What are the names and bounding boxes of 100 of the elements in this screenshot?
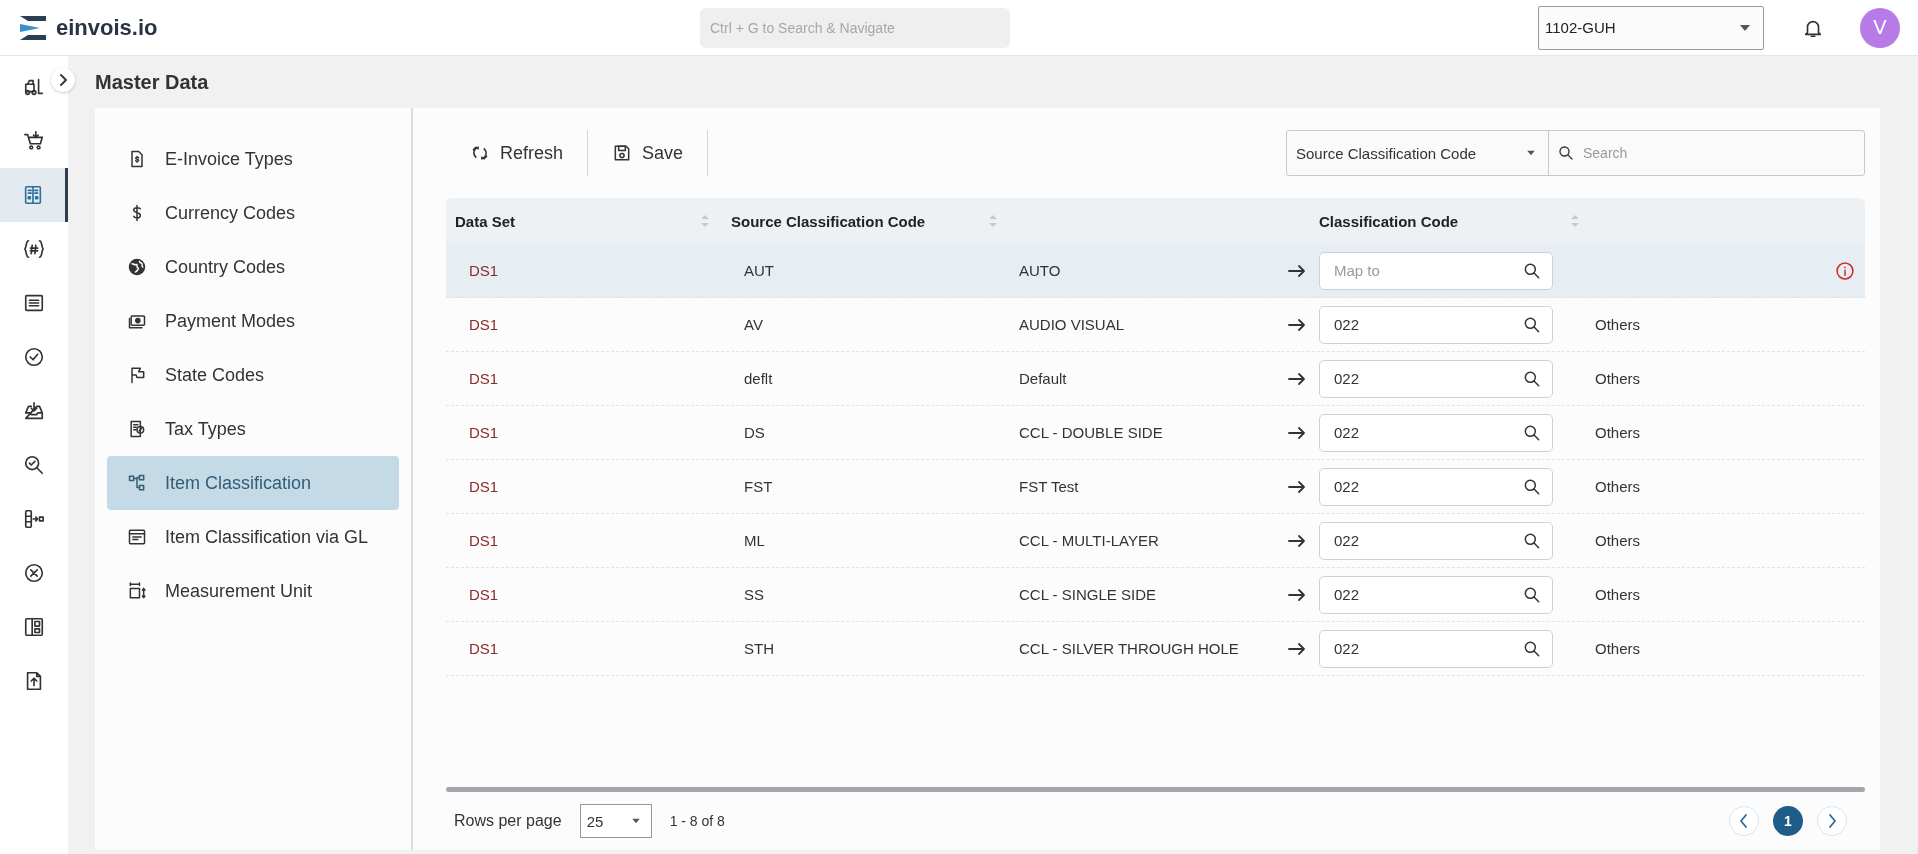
table-row[interactable]: DS1 deflt Default 022 Others [446,352,1865,406]
cart-icon [23,130,45,152]
close-circle-icon [23,562,45,584]
code-field[interactable]: 022 [1319,629,1553,668]
search-check-icon [23,454,45,476]
table-cell-text: deflt [743,370,774,387]
menu-item[interactable]: Currency Codes [107,186,399,240]
code-field[interactable]: 022 [1319,575,1553,614]
previous-page-button[interactable] [1729,806,1759,836]
table-row[interactable]: DS1 FST FST Test 022 Others [446,460,1865,514]
table-cell-text: CCL - SILVER THROUGH HOLE [1019,640,1240,657]
global-search-field[interactable]: Ctrl + G to Search & Navigate [700,7,1010,48]
list-icon [23,292,45,314]
table-cell-text: SS [743,586,765,603]
table-cell-text: FST [743,478,774,495]
dashboard-icon [23,616,45,638]
info-icon[interactable] [1835,260,1855,281]
page-button[interactable]: 1 [1773,806,1803,836]
arrow-right-icon [1288,479,1306,494]
table-cell: Others [1595,370,1640,387]
table-row[interactable]: DS1 AUT AUTO Map to [446,244,1865,298]
hierarchy-icon [127,473,147,493]
table-row[interactable]: DS1 DS CCL - DOUBLE SIDE 022 Others [446,406,1865,460]
save-button[interactable]: Save [588,130,709,176]
menu-item[interactable]: State Codes [107,348,399,402]
company-select[interactable]: 1102-GUH [1538,5,1764,50]
next-page-button[interactable] [1817,806,1847,836]
arrow-right-icon [1288,425,1306,440]
code-field[interactable]: 022 [1319,413,1553,452]
table-cell-text: DS1 [468,640,500,657]
page-range: 1 - 8 of 8 [669,813,725,829]
rows-per-page-label: Rows per page [454,812,562,830]
chevron-right-icon [58,74,68,86]
table-cell-text: DS [743,424,766,441]
code-field[interactable]: 022 [1319,521,1553,560]
column-header: Data Set [455,212,516,230]
expand-button[interactable] [51,68,75,92]
arrow-right-icon [1288,263,1306,278]
table-row[interactable]: DS1 STH CCL - SILVER THROUGH HOLE 022 Others [446,622,1865,676]
arrow-right-icon [1288,371,1306,386]
code-field[interactable]: 022 [1319,305,1553,344]
menu-item[interactable]: Item Classification via GL [107,510,399,564]
table-row[interactable]: DS1 SS CCL - SINGLE SIDE 022 Others [446,568,1865,622]
rail-button[interactable] [0,168,68,222]
flow-icon [23,508,45,530]
table-cell-text: CCL - MULTI-LAYER [1019,532,1160,549]
table-cell: Others [1595,640,1640,657]
table-cell: Others [1595,316,1640,333]
menu-item[interactable]: Measurement Unit [107,564,399,618]
caret-icon [630,818,641,824]
table-cell-text: DS1 [468,370,500,387]
table-cell-text: DS1 [468,478,500,495]
scrollbar[interactable] [446,787,1865,792]
arrow-right-icon [1288,641,1306,656]
inbox-icon [23,400,45,422]
arrow-right-icon [1288,587,1306,602]
table-cell-text: FST Test [1019,478,1080,495]
resize-icon [127,581,147,601]
table-cell-text: DS1 [468,424,500,441]
brand-name: einvois.io [56,14,158,41]
chevron-left-icon [1739,814,1749,828]
table-cell-text: CCL - SINGLE SIDE [1019,586,1157,603]
menu-item[interactable]: Tax Types [107,402,399,456]
menu-item[interactable]: Country Codes [107,240,399,294]
table-cell: Others [1595,532,1640,549]
chevron-right-icon [1827,814,1837,828]
table-cell: Others [1595,424,1640,441]
table-cell-text: AUDIO VISUAL [1019,316,1126,333]
form-icon [127,527,147,547]
refresh-icon [470,143,490,163]
table-cell-text: AV [743,316,764,333]
column-header: Classification Code [1319,212,1459,230]
table-cell-text: DS1 [468,586,500,603]
column-header: Source Classification Code [731,212,926,230]
table-cell-text: STH [743,640,775,657]
table-cell: Others [1595,586,1640,603]
table-cell-text: AUT [743,262,775,279]
table-row[interactable]: DS1 AV AUDIO VISUAL 022 Others [446,298,1865,352]
table-cell-text: AUTO [1019,262,1062,279]
table-row[interactable]: DS1 ML CCL - MULTI-LAYER 022 Others [446,514,1865,568]
menu-item[interactable]: E-Invoice Types [107,132,399,186]
page-title: Master Data [95,70,209,94]
hash-icon [23,238,45,260]
table-cell-text: DS1 [468,316,500,333]
receipt-icon [127,419,147,439]
code-field[interactable]: 022 [1319,359,1553,398]
caret-icon [1739,23,1751,32]
globe-icon [127,257,147,277]
rows-per-page-select[interactable]: 25 [579,804,652,838]
table-cell-text: DS1 [468,262,500,279]
forklift-icon [23,76,45,98]
check-circle-icon [23,346,45,368]
table-cell-text: CCL - DOUBLE SIDE [1019,424,1164,441]
table-cell: Others [1595,478,1640,495]
code-field[interactable]: 022 [1319,467,1553,506]
refresh-button[interactable]: Refresh [446,130,589,176]
menu-item[interactable]: Payment Modes [107,294,399,348]
table-cell-text: DS1 [468,532,500,549]
menu-item[interactable]: Item Classification [107,456,399,510]
arrow-right-icon [1288,317,1306,332]
